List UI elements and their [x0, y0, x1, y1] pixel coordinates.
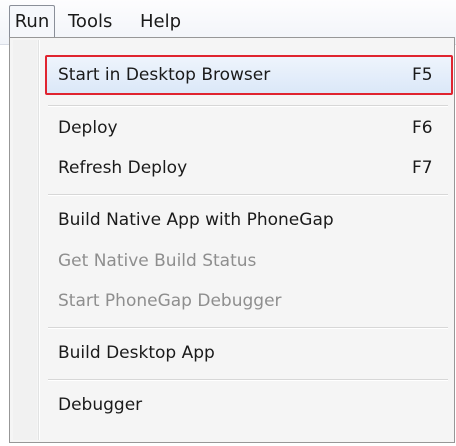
menu-item-shortcut: F5 [412, 65, 433, 85]
menu-item-debugger[interactable]: Debugger [10, 388, 454, 422]
menu-item-label: Refresh Deploy [58, 158, 188, 178]
menu-separator [48, 194, 448, 196]
menu-item-start-phonegap-debugger[interactable]: Start PhoneGap Debugger [10, 284, 454, 318]
icon-gutter [13, 40, 37, 440]
menu-item-start-in-desktop-browser[interactable]: Start in Desktop Browser F5 [45, 55, 453, 95]
menu-item-deploy[interactable]: Deploy F6 [10, 111, 454, 145]
menu-item-label: Debugger [58, 395, 143, 415]
menu-item-label: Build Native App with PhoneGap [58, 210, 334, 230]
run-dropdown-menu: Start in Desktop Browser F5 Deploy F6 Re… [9, 37, 455, 443]
menu-item-label: Start in Desktop Browser [58, 65, 271, 85]
app-window: Run Tools Help Start in Desktop Browser … [0, 0, 456, 446]
menu-item-build-desktop-app[interactable]: Build Desktop App [10, 336, 454, 370]
menu-item-label: Get Native Build Status [58, 251, 257, 271]
menu-separator [48, 327, 448, 329]
menu-separator [48, 379, 448, 381]
menu-item-label: Start PhoneGap Debugger [58, 291, 282, 311]
menu-item-get-native-build-status[interactable]: Get Native Build Status [10, 244, 454, 278]
gutter-divider [38, 40, 40, 440]
menu-item-shortcut: F7 [412, 158, 433, 178]
menu-item-refresh-deploy[interactable]: Refresh Deploy F7 [10, 151, 454, 185]
menu-run[interactable]: Run [9, 5, 55, 38]
menu-item-shortcut: F6 [412, 118, 433, 138]
menu-item-label: Build Desktop App [58, 343, 215, 363]
menu-separator [48, 105, 448, 107]
menu-item-build-native-app[interactable]: Build Native App with PhoneGap [10, 203, 454, 237]
menu-item-label: Deploy [58, 118, 118, 138]
